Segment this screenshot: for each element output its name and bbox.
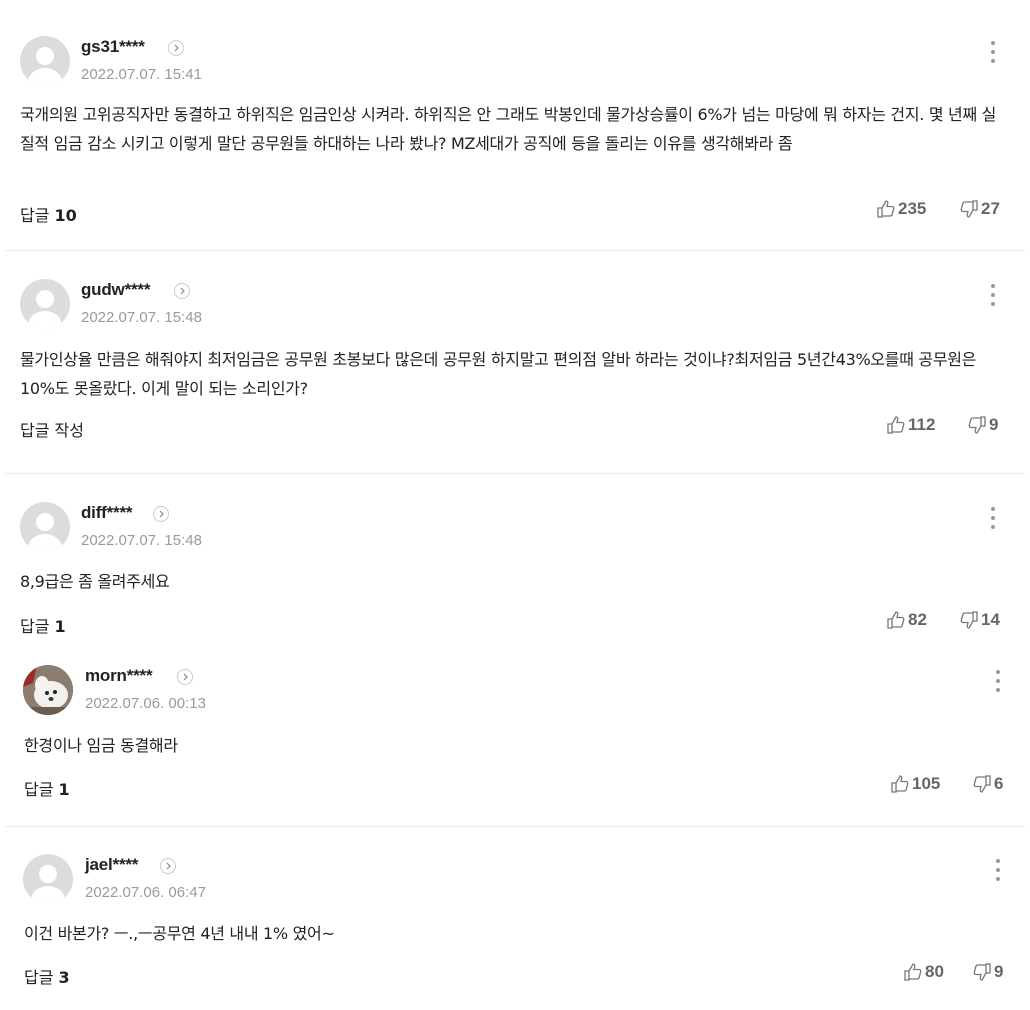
like-count: 235 bbox=[898, 199, 927, 218]
more-options-icon[interactable] bbox=[993, 859, 1003, 885]
nickname[interactable]: gs31**** bbox=[81, 37, 145, 57]
dislike-count: 6 bbox=[994, 774, 1004, 793]
nickname[interactable]: jael**** bbox=[85, 855, 138, 875]
reply-label: 답글 bbox=[24, 968, 54, 987]
reply-count: 1 bbox=[54, 617, 66, 636]
reply-count: 1 bbox=[58, 780, 70, 799]
chevron-right-icon[interactable] bbox=[160, 858, 176, 874]
reply-button[interactable]: 답글 작성 bbox=[20, 417, 84, 441]
like-button[interactable]: 235 bbox=[876, 199, 926, 219]
reply-label: 답글 bbox=[20, 206, 50, 225]
comment-text: 이건 바본가? ㅡ.,ㅡ공무연 4년 내내 1% 였어~ bbox=[24, 924, 335, 943]
thumbs-up-icon bbox=[891, 775, 909, 793]
like-button[interactable]: 82 bbox=[886, 610, 927, 630]
dislike-button[interactable]: 27 bbox=[959, 199, 1000, 219]
reply-count: 10 bbox=[54, 206, 77, 225]
avatar[interactable] bbox=[20, 36, 70, 86]
like-count: 80 bbox=[925, 962, 944, 981]
nickname[interactable]: diff**** bbox=[81, 503, 132, 523]
reply-write-label: 작성 bbox=[54, 421, 84, 440]
thumbs-down-icon bbox=[960, 200, 978, 218]
more-options-icon[interactable] bbox=[988, 41, 998, 67]
thumbs-up-icon bbox=[887, 416, 905, 434]
comment-text: 8,9급은 좀 올려주세요 bbox=[20, 572, 170, 591]
thumbs-up-icon bbox=[877, 200, 895, 218]
thumbs-down-icon bbox=[973, 775, 991, 793]
reply-button[interactable]: 답글 1 bbox=[20, 613, 66, 637]
like-count: 105 bbox=[912, 774, 941, 793]
comment-date: 2022.07.07. 15:41 bbox=[81, 66, 202, 83]
comment-date: 2022.07.07. 15:48 bbox=[81, 532, 202, 549]
reply-button[interactable]: 답글 10 bbox=[20, 202, 77, 226]
dislike-button[interactable]: 9 bbox=[967, 415, 998, 435]
more-options-icon[interactable] bbox=[988, 284, 998, 310]
reply-label: 답글 bbox=[20, 421, 50, 440]
more-options-icon[interactable] bbox=[988, 507, 998, 533]
like-button[interactable]: 112 bbox=[886, 415, 935, 435]
dislike-count: 9 bbox=[989, 415, 999, 434]
chevron-right-icon[interactable] bbox=[153, 506, 169, 522]
thumbs-down-icon bbox=[960, 611, 978, 629]
dislike-count: 9 bbox=[994, 962, 1004, 981]
chevron-right-icon[interactable] bbox=[168, 40, 184, 56]
chevron-right-icon[interactable] bbox=[177, 669, 193, 685]
thumbs-down-icon bbox=[968, 416, 986, 434]
comment-text: 물가인상율 만큼은 해줘야지 최저임금은 공무원 초봉보다 많은데 공무원 하지… bbox=[20, 350, 977, 398]
divider bbox=[5, 826, 1025, 827]
comment-date: 2022.07.06. 06:47 bbox=[85, 884, 206, 901]
reply-count: 3 bbox=[58, 968, 70, 987]
dislike-count: 27 bbox=[981, 199, 1000, 218]
chevron-right-icon[interactable] bbox=[174, 283, 190, 299]
thumbs-down-icon bbox=[973, 963, 991, 981]
divider bbox=[5, 473, 1025, 474]
reply-label: 답글 bbox=[20, 617, 50, 636]
divider bbox=[5, 250, 1025, 251]
like-count: 82 bbox=[908, 610, 927, 629]
reply-button[interactable]: 답글 1 bbox=[24, 776, 70, 800]
nickname[interactable]: morn**** bbox=[85, 666, 153, 686]
avatar[interactable] bbox=[20, 502, 70, 552]
like-button[interactable]: 80 bbox=[903, 962, 944, 982]
comment-text: 한경이나 임금 동결해라 bbox=[24, 736, 178, 755]
nickname[interactable]: gudw**** bbox=[81, 280, 150, 300]
avatar[interactable] bbox=[20, 279, 70, 329]
comment-text: 국개의원 고위공직자만 동결하고 하위직은 임금인상 시켜라. 하위직은 안 그… bbox=[20, 105, 997, 153]
dislike-count: 14 bbox=[981, 610, 1000, 629]
avatar[interactable] bbox=[23, 854, 73, 904]
dislike-button[interactable]: 6 bbox=[972, 774, 1003, 794]
dislike-button[interactable]: 9 bbox=[972, 962, 1003, 982]
reply-label: 답글 bbox=[24, 780, 54, 799]
like-count: 112 bbox=[908, 415, 936, 434]
dislike-button[interactable]: 14 bbox=[959, 610, 1000, 630]
thumbs-up-icon bbox=[887, 611, 905, 629]
comment-date: 2022.07.06. 00:13 bbox=[85, 695, 206, 712]
reply-button[interactable]: 답글 3 bbox=[24, 964, 70, 988]
like-button[interactable]: 105 bbox=[890, 774, 940, 794]
comment-date: 2022.07.07. 15:48 bbox=[81, 309, 202, 326]
more-options-icon[interactable] bbox=[993, 670, 1003, 696]
thumbs-up-icon bbox=[904, 963, 922, 981]
avatar-photo[interactable] bbox=[23, 665, 73, 715]
